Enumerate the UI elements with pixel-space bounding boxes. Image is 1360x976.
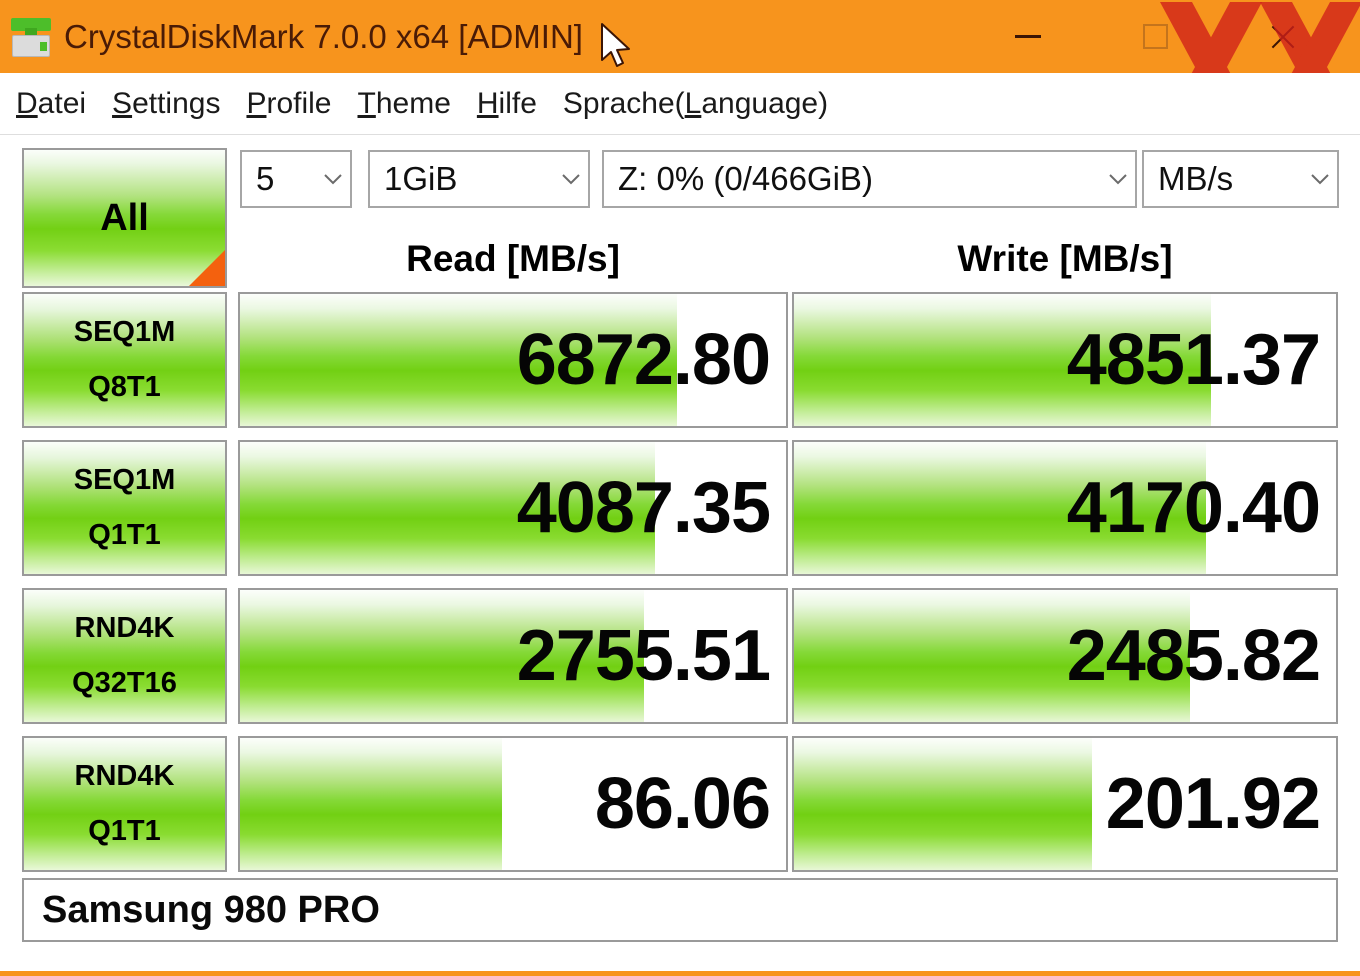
write-column-header: Write [MB/s] — [957, 238, 1173, 279]
write-result-bar — [794, 738, 1093, 870]
minimize-icon — [1015, 35, 1041, 38]
read-result-value: 4087.35 — [516, 468, 771, 548]
menu-label: ettings — [132, 86, 221, 120]
write-result-value: 4170.40 — [1066, 468, 1321, 548]
drive-name-field[interactable]: Samsung 980 PRO — [22, 878, 1338, 942]
read-column-header: Read [MB/s] — [406, 238, 620, 279]
menu-item-hilfe[interactable]: Hilfe — [477, 87, 537, 121]
read-result-value: 2755.51 — [516, 616, 771, 696]
drive-name-value: Samsung 980 PRO — [42, 888, 380, 931]
read-result-cell: 2755.51 — [238, 588, 788, 724]
menu-mnemonic: T — [357, 86, 376, 120]
menu-item-profile[interactable]: Profile — [246, 87, 331, 121]
minimize-button[interactable] — [985, 0, 1071, 73]
table-row: SEQ1M Q8T1 6872.80 4851.37 — [0, 286, 1360, 434]
disk-drive-icon — [8, 14, 54, 60]
write-result-value: 2485.82 — [1066, 616, 1321, 696]
menu-mnemonic: H — [476, 86, 499, 120]
chevron-down-icon — [554, 150, 588, 208]
test-name-line1: RND4K — [74, 612, 175, 644]
close-button[interactable] — [1240, 0, 1326, 73]
menu-mnemonic: L — [684, 86, 702, 120]
menu-label: atei — [37, 86, 87, 120]
menu-label: ilfe — [498, 86, 537, 120]
test-size-value: 1GiB — [384, 160, 458, 197]
table-row: RND4K Q1T1 86.06 201.92 — [0, 730, 1360, 878]
test-count-value: 5 — [256, 160, 275, 197]
menu-item-settings[interactable]: Settings — [112, 87, 220, 121]
menu-bar: Datei Settings Profile Theme Hilfe Sprac… — [0, 73, 1360, 135]
maximize-button[interactable] — [1112, 0, 1198, 73]
results-table: SEQ1M Q8T1 6872.80 4851.37 SEQ1M Q1T1 40… — [0, 286, 1360, 878]
menu-item-datei[interactable]: Datei — [16, 87, 86, 121]
menu-label: rofile — [266, 86, 332, 120]
test-count-select[interactable]: 5 — [240, 150, 352, 208]
write-result-cell: 4851.37 — [792, 292, 1338, 428]
read-result-value: 6872.80 — [516, 320, 771, 400]
settings-row: 5 1GiB Z: 0% (0/466GiB) MB/s — [240, 150, 1345, 208]
unit-select[interactable]: MB/s — [1142, 150, 1339, 208]
write-result-cell: 201.92 — [792, 736, 1338, 872]
read-result-bar — [240, 738, 503, 870]
drive-value: Z: 0% (0/466GiB) — [618, 160, 873, 197]
test-name-line1: SEQ1M — [73, 464, 176, 496]
menu-label: anguage) — [701, 86, 829, 120]
bottom-accent-bar — [0, 971, 1360, 976]
run-all-button[interactable]: All — [22, 148, 227, 288]
chevron-down-icon — [1303, 150, 1337, 208]
run-all-label: All — [100, 196, 149, 239]
menu-mnemonic: S — [112, 86, 133, 120]
table-row: RND4K Q32T16 2755.51 2485.82 — [0, 582, 1360, 730]
menu-label: heme — [375, 86, 451, 120]
test-button-seq1m-q8t1[interactable]: SEQ1M Q8T1 — [22, 292, 227, 428]
read-result-cell: 6872.80 — [238, 292, 788, 428]
chevron-down-icon — [316, 150, 350, 208]
close-icon — [1268, 22, 1298, 52]
all-corner-marker — [189, 250, 225, 286]
menu-mnemonic: P — [246, 86, 267, 120]
test-button-rnd4k-q1t1[interactable]: RND4K Q1T1 — [22, 736, 227, 872]
write-result-value: 201.92 — [1105, 764, 1321, 844]
main-content: All 5 1GiB Z: 0% (0/466GiB) MB/s Read [M… — [0, 136, 1360, 976]
test-name-line2: Q8T1 — [88, 371, 161, 403]
write-result-cell: 2485.82 — [792, 588, 1338, 724]
write-result-value: 4851.37 — [1066, 320, 1321, 400]
read-result-cell: 4087.35 — [238, 440, 788, 576]
chevron-down-icon — [1101, 150, 1135, 208]
read-result-value: 86.06 — [594, 764, 771, 844]
menu-label: Sprache( — [562, 86, 685, 120]
table-row: SEQ1M Q1T1 4087.35 4170.40 — [0, 434, 1360, 582]
window-title: CrystalDiskMark 7.0.0 x64 [ADMIN] — [64, 17, 583, 55]
write-result-cell: 4170.40 — [792, 440, 1338, 576]
test-name-line2: Q1T1 — [88, 815, 161, 847]
read-result-cell: 86.06 — [238, 736, 788, 872]
test-size-select[interactable]: 1GiB — [368, 150, 590, 208]
test-name-line1: SEQ1M — [73, 316, 176, 348]
drive-select[interactable]: Z: 0% (0/466GiB) — [602, 150, 1137, 208]
test-name-line2: Q1T1 — [88, 519, 161, 551]
test-name-line1: RND4K — [74, 760, 175, 792]
crystaldiskmark-window: CrystalDiskMark 7.0.0 x64 [ADMIN] Datei … — [0, 0, 1360, 976]
test-button-seq1m-q1t1[interactable]: SEQ1M Q1T1 — [22, 440, 227, 576]
menu-item-theme[interactable]: Theme — [358, 87, 451, 121]
test-name-line2: Q32T16 — [72, 667, 177, 699]
menu-item-sprache-language[interactable]: Sprache(Language) — [563, 87, 828, 121]
maximize-icon — [1142, 24, 1168, 49]
test-button-rnd4k-q32t16[interactable]: RND4K Q32T16 — [22, 588, 227, 724]
menu-mnemonic: D — [16, 86, 38, 120]
unit-value: MB/s — [1158, 160, 1234, 197]
